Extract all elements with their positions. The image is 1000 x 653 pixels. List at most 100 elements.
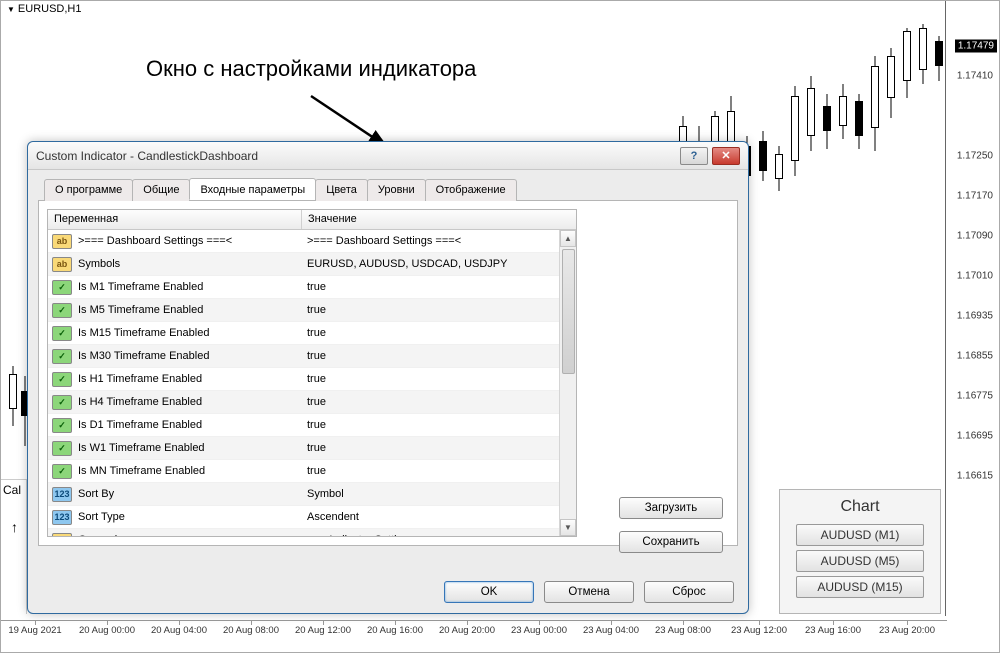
row-value[interactable]: true — [301, 350, 576, 362]
row-variable: Is H4 Timeframe Enabled — [76, 396, 301, 408]
row-value[interactable]: true — [301, 396, 576, 408]
row-value[interactable]: true — [301, 327, 576, 339]
scroll-down-icon[interactable]: ▼ — [560, 519, 576, 536]
time-tick: 23 Aug 08:00 — [655, 625, 711, 636]
price-tick: 1.16775 — [957, 391, 993, 402]
type-icon: ab — [52, 257, 72, 272]
time-tick: 20 Aug 00:00 — [79, 625, 135, 636]
time-axis: 19 Aug 2021 20 Aug 00:00 20 Aug 04:00 20 Au… — [1, 620, 947, 640]
price-tick: 1.16935 — [957, 311, 993, 322]
row-value[interactable]: >=== Dashboard Settings ===< — [301, 235, 576, 247]
cancel-button[interactable]: Отмена — [544, 581, 634, 603]
tab-4[interactable]: Уровни — [367, 179, 426, 201]
time-tick: 19 Aug 2021 — [8, 625, 61, 636]
row-value[interactable]: true — [301, 442, 576, 454]
row-value[interactable]: === Indicator Settings === — [301, 534, 576, 536]
dialog-titlebar[interactable]: Custom Indicator - CandlestickDashboard … — [28, 142, 748, 170]
time-tick: 23 Aug 04:00 — [583, 625, 639, 636]
chart-symbol-button[interactable]: AUDUSD (M1) — [796, 524, 924, 546]
chart-symbol-header[interactable]: ▼ EURUSD,H1 — [7, 3, 82, 15]
tab-0[interactable]: О программе — [44, 179, 133, 201]
row-variable: Is D1 Timeframe Enabled — [76, 419, 301, 431]
price-tick: 1.16855 — [957, 351, 993, 362]
row-value[interactable]: true — [301, 419, 576, 431]
table-scrollbar[interactable]: ▲ ▼ — [559, 230, 576, 536]
header-value[interactable]: Значение — [302, 210, 576, 229]
type-icon: ab — [52, 533, 72, 537]
type-icon: ✓ — [52, 418, 72, 433]
row-value[interactable]: Symbol — [301, 488, 576, 500]
price-tick: 1.17090 — [957, 231, 993, 242]
tab-3[interactable]: Цвета — [315, 179, 368, 201]
parameters-table[interactable]: Переменная Значение ab >=== Dashboard Set… — [47, 209, 577, 537]
row-value[interactable]: true — [301, 465, 576, 477]
row-value[interactable]: EURUSD, AUDUSD, USDCAD, USDJPY — [301, 258, 576, 270]
load-button[interactable]: Загрузить — [619, 497, 723, 519]
scroll-thumb[interactable] — [562, 249, 575, 374]
chart-symbol-label: EURUSD,H1 — [18, 3, 82, 15]
scroll-up-icon[interactable]: ▲ — [560, 230, 576, 247]
help-button[interactable]: ? — [680, 147, 708, 165]
type-icon: ✓ — [52, 372, 72, 387]
table-row[interactable]: ✓Is H4 Timeframe Enabledtrue — [48, 391, 576, 414]
type-icon: ✓ — [52, 326, 72, 341]
row-value[interactable]: true — [301, 373, 576, 385]
tab-2[interactable]: Входные параметры — [189, 178, 316, 200]
table-row[interactable]: 123Sort TypeAscendent — [48, 506, 576, 529]
time-tick: 23 Aug 20:00 — [879, 625, 935, 636]
table-row[interactable]: ✓Is M1 Timeframe Enabledtrue — [48, 276, 576, 299]
tab-1[interactable]: Общие — [132, 179, 190, 201]
row-variable: Sort By — [76, 488, 301, 500]
row-value[interactable]: true — [301, 304, 576, 316]
type-icon: ✓ — [52, 464, 72, 479]
dialog-title-text: Custom Indicator - CandlestickDashboard — [36, 149, 258, 163]
table-row[interactable]: ✓ Is H1 Timeframe Enabledtrue — [48, 368, 576, 391]
row-variable: Sort Type — [76, 511, 301, 523]
lower-panel-label: Cal — [3, 483, 21, 497]
row-variable: Is M15 Timeframe Enabled — [76, 327, 301, 339]
price-tick: 1.16615 — [957, 471, 993, 482]
table-row[interactable]: ✓ Is D1 Timeframe Enabledtrue — [48, 414, 576, 437]
price-axis: 1.174791.174101.172501.171701.170901.170… — [945, 1, 999, 616]
tab-page-inputs: Переменная Значение ab >=== Dashboard Set… — [38, 201, 738, 546]
time-tick: 23 Aug 12:00 — [731, 625, 787, 636]
row-variable: Is H1 Timeframe Enabled — [76, 373, 301, 385]
table-row[interactable]: ✓ Is W1 Timeframe Enabledtrue — [48, 437, 576, 460]
table-header: Переменная Значение — [48, 210, 576, 230]
table-row[interactable]: ✓ Is M15 Timeframe Enabledtrue — [48, 322, 576, 345]
table-row[interactable]: ab SymbolsEURUSD, AUDUSD, USDCAD, USDJPY — [48, 253, 576, 276]
table-row[interactable]: ab>=== Dashboard Settings ===<>=== Dashb… — [48, 230, 576, 253]
table-row[interactable]: abGeneral=== Indicator Settings === — [48, 529, 576, 536]
type-icon: ab — [52, 234, 72, 249]
row-variable: Symbols — [76, 258, 301, 270]
table-row[interactable]: ✓ Is MN Timeframe Enabledtrue — [48, 460, 576, 483]
reset-button[interactable]: Сброс — [644, 581, 734, 603]
table-row[interactable]: ✓Is M5 Timeframe Enabledtrue — [48, 299, 576, 322]
time-tick: 23 Aug 16:00 — [805, 625, 861, 636]
dropdown-triangle-icon: ▼ — [7, 5, 15, 14]
tab-5[interactable]: Отображение — [425, 179, 517, 201]
chart-symbol-button[interactable]: AUDUSD (M15) — [796, 576, 924, 598]
close-button[interactable]: ✕ — [712, 147, 740, 165]
time-tick: 20 Aug 20:00 — [439, 625, 495, 636]
save-button[interactable]: Сохранить — [619, 531, 723, 553]
price-tick: 1.17250 — [957, 151, 993, 162]
row-variable: Is W1 Timeframe Enabled — [76, 442, 301, 454]
row-variable: Is MN Timeframe Enabled — [76, 465, 301, 477]
chart-symbol-button[interactable]: AUDUSD (M5) — [796, 550, 924, 572]
price-tick: 1.17170 — [957, 191, 993, 202]
row-value[interactable]: true — [301, 281, 576, 293]
table-row[interactable]: ✓Is M30 Timeframe Enabledtrue — [48, 345, 576, 368]
row-value[interactable]: Ascendent — [301, 511, 576, 523]
type-icon: 123 — [52, 487, 72, 502]
up-arrow-icon: ↑ — [11, 519, 18, 535]
price-tick: 1.17010 — [957, 271, 993, 282]
type-icon: ✓ — [52, 280, 72, 295]
time-tick: 20 Aug 04:00 — [151, 625, 207, 636]
dialog-tabs: О программеОбщиеВходные параметрыЦветаУр… — [38, 178, 738, 201]
ok-button[interactable]: OK — [444, 581, 534, 603]
header-variable[interactable]: Переменная — [48, 210, 302, 229]
row-variable: Is M5 Timeframe Enabled — [76, 304, 301, 316]
table-row[interactable]: 123 Sort BySymbol — [48, 483, 576, 506]
type-icon: ✓ — [52, 441, 72, 456]
